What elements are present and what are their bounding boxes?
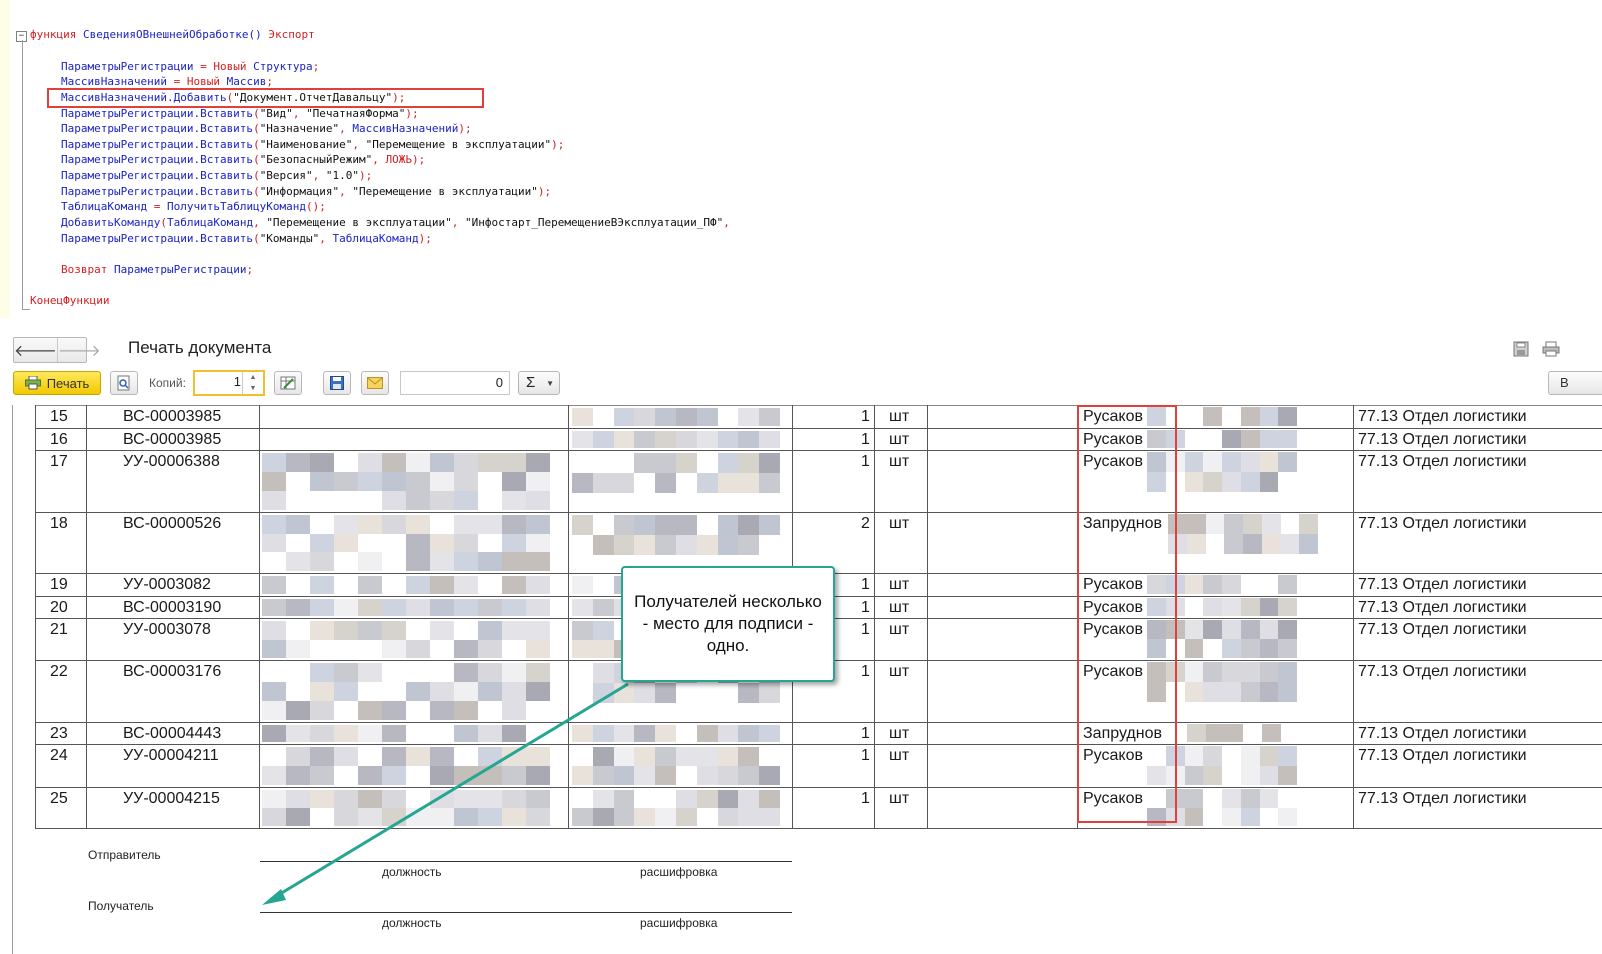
callout-note: Получателей несколько - место для подпис… (621, 566, 835, 682)
callout-arrow (262, 682, 629, 905)
callout-text: Получателей несколько - место для подпис… (634, 592, 822, 655)
